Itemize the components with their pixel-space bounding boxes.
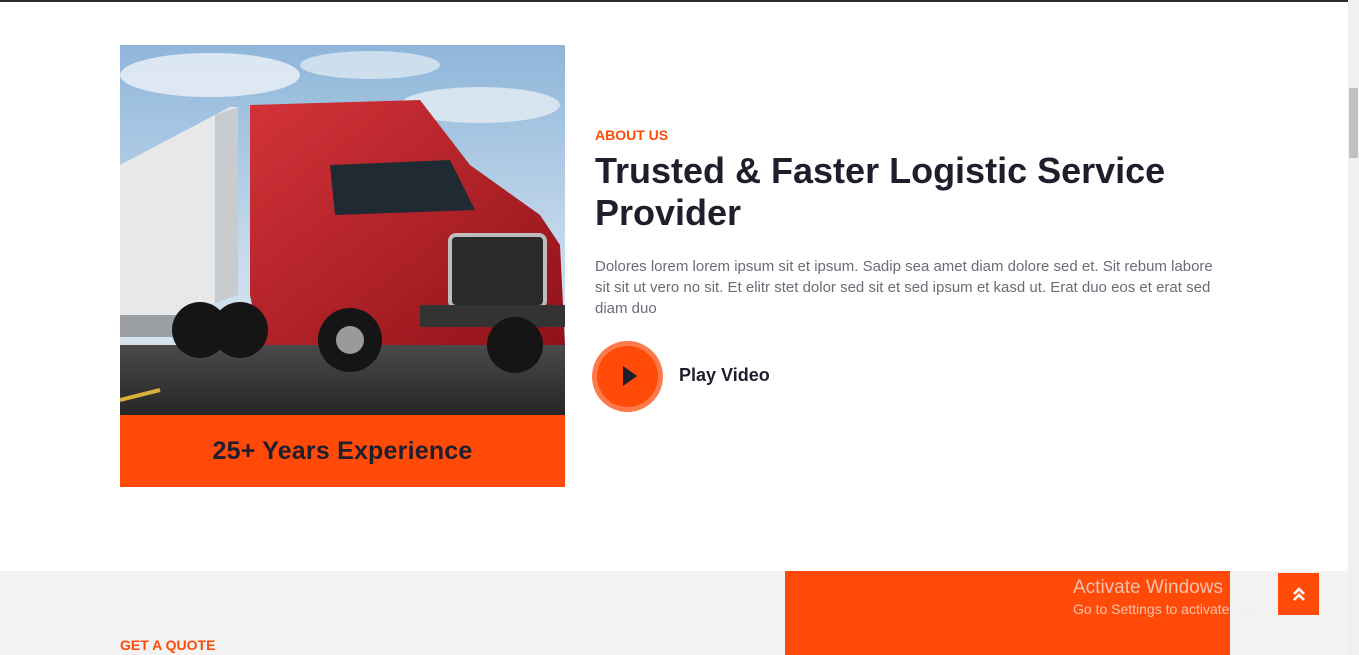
page-scrollbar[interactable] [1348, 0, 1359, 655]
section-label: ABOUT US [595, 127, 669, 143]
play-icon [623, 366, 637, 386]
top-border [0, 0, 1348, 2]
about-image-card: 25+ Years Experience [120, 45, 565, 487]
experience-text: 25+ Years Experience [212, 436, 473, 465]
watermark-subtitle: Go to Settings to activate Windows. [1073, 601, 1294, 617]
play-video-label[interactable]: Play Video [679, 365, 770, 386]
scrollbar-thumb[interactable] [1349, 88, 1358, 158]
back-to-top-button[interactable] [1278, 573, 1319, 615]
double-chevron-up-icon [1292, 587, 1305, 601]
play-video-button[interactable] [592, 341, 663, 412]
watermark-title: Activate Windows [1073, 577, 1223, 598]
quote-section-label: GET A QUOTE [120, 637, 216, 653]
windows-activation-watermark: Activate Windows Go to Settings to activ… [1073, 577, 1294, 617]
experience-banner: 25+ Years Experience [120, 415, 565, 487]
section-description: Dolores lorem lorem ipsum sit et ipsum. … [595, 258, 1213, 317]
truck-photo [120, 45, 565, 415]
section-title: Trusted & Faster Logistic Service Provid… [595, 150, 1166, 233]
